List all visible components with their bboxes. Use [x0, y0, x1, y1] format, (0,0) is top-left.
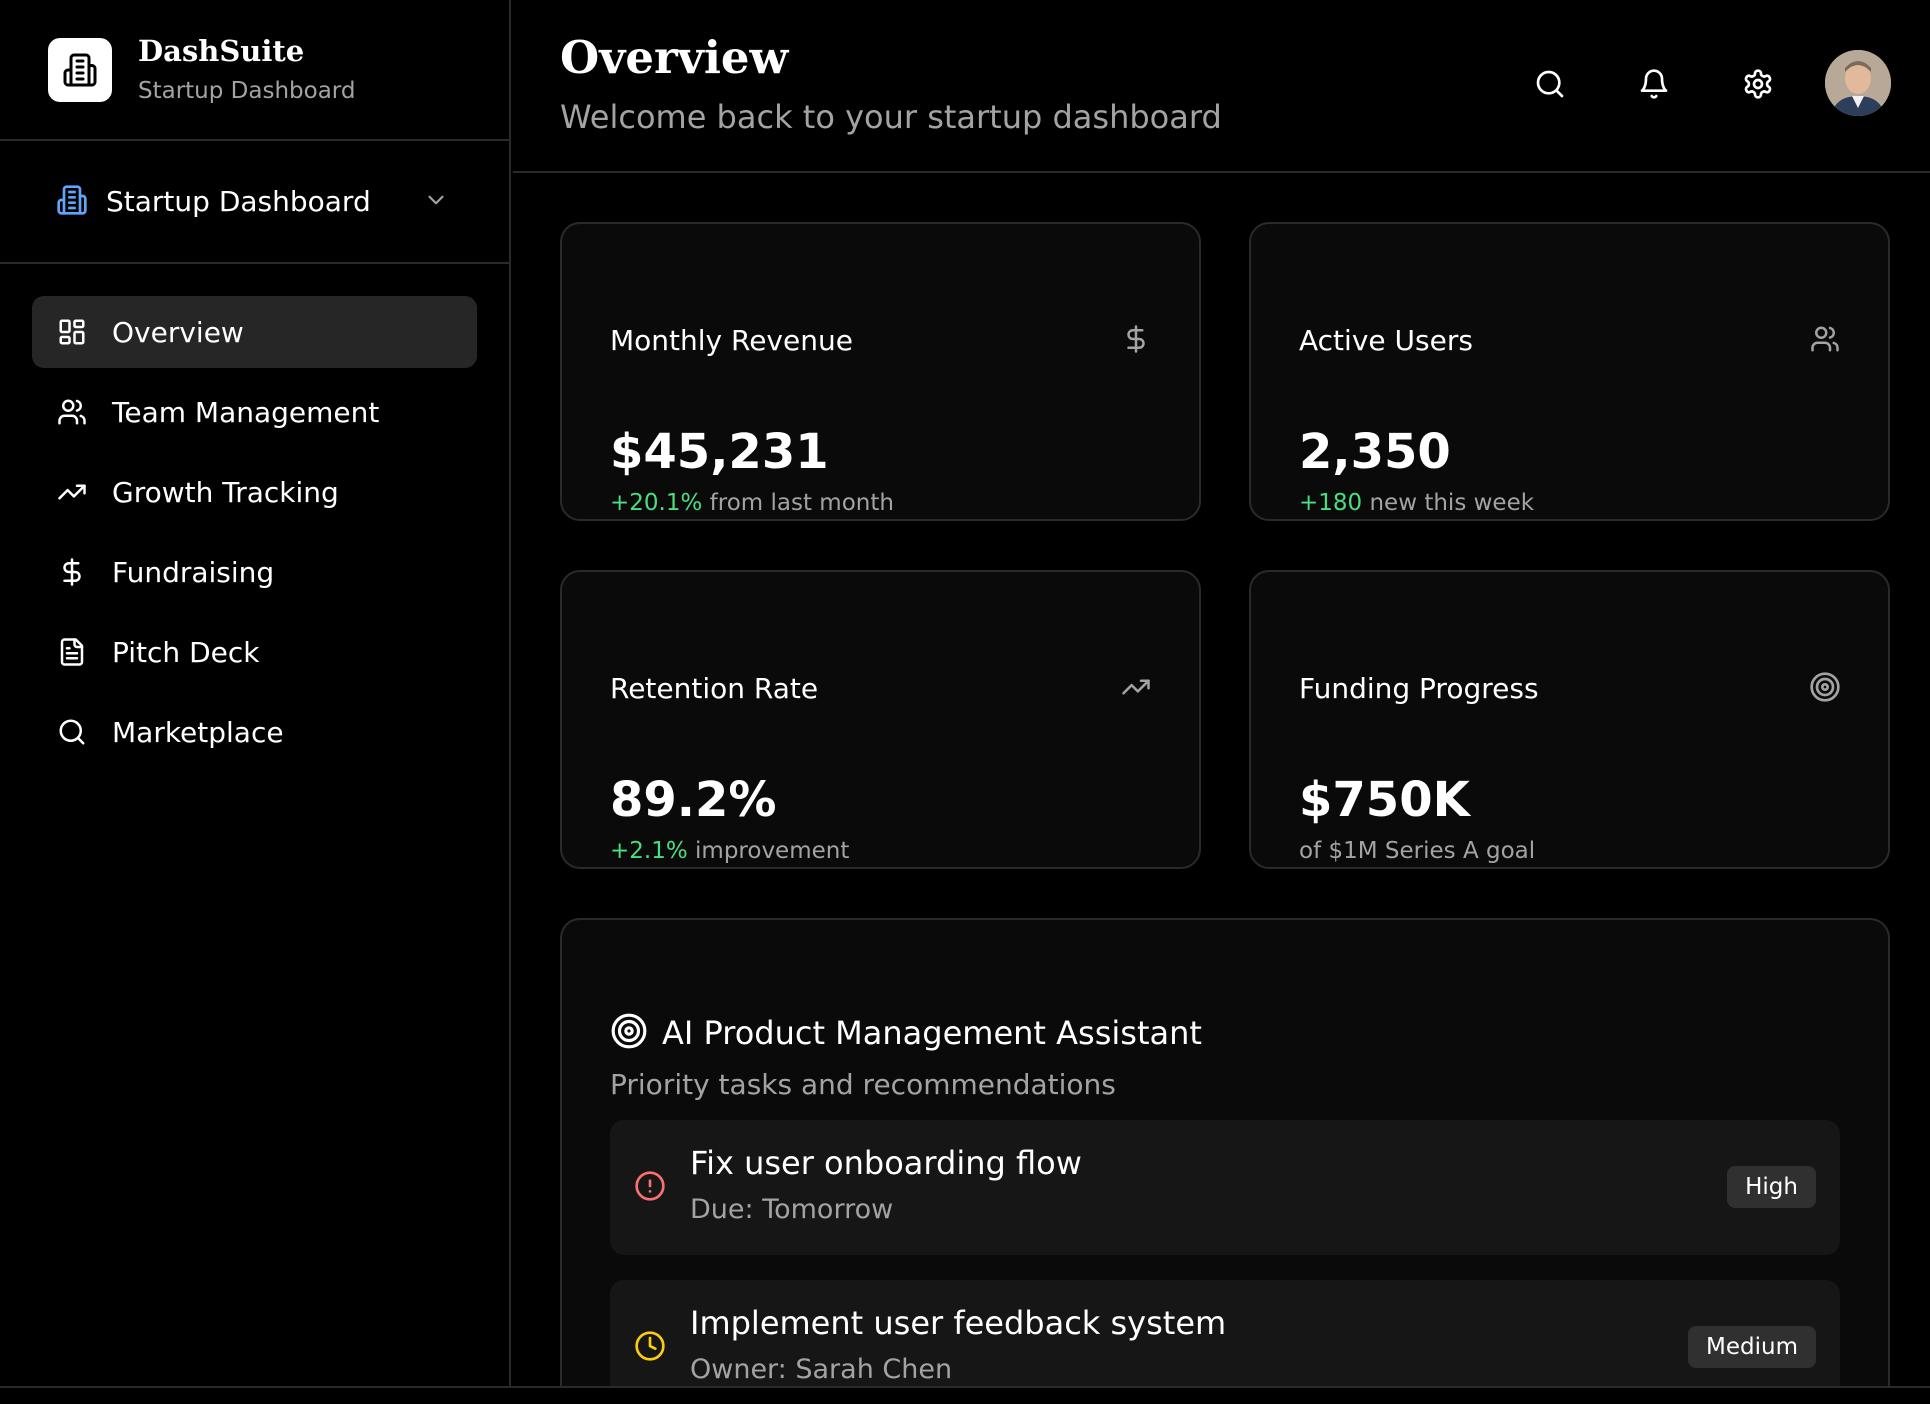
- sidebar-item-label: Overview: [112, 315, 244, 349]
- page-title: Overview: [560, 31, 789, 84]
- priority-badge: High: [1727, 1166, 1816, 1208]
- card-value: 89.2%: [610, 772, 777, 828]
- card-value: $750K: [1299, 772, 1470, 828]
- bell-icon[interactable]: [1632, 62, 1676, 106]
- page-header: Overview Welcome back to your startup da…: [513, 0, 1930, 173]
- card-note: of $1M Series A goal: [1299, 838, 1535, 864]
- trending-up-icon: [1119, 670, 1153, 704]
- card-note: +180 new this week: [1299, 490, 1534, 516]
- card-note-text: improvement: [687, 838, 850, 864]
- card-note-text: from last month: [702, 490, 894, 516]
- card-title: Retention Rate: [610, 672, 819, 705]
- card-note: +2.1% improvement: [610, 838, 849, 864]
- metric-card-active-users: Active Users 2,350 +180 new this week: [1249, 222, 1890, 521]
- card-title: Monthly Revenue: [610, 324, 853, 357]
- search-icon: [56, 716, 88, 748]
- task-title: Fix user onboarding flow: [690, 1144, 1082, 1182]
- task-title: Implement user feedback system: [690, 1304, 1227, 1342]
- sidebar-item-label: Marketplace: [112, 715, 284, 749]
- sidebar-item-label: Pitch Deck: [112, 635, 260, 669]
- metric-card-monthly-revenue: Monthly Revenue $45,231 +20.1% from last…: [560, 222, 1201, 521]
- alert-circle-icon: [632, 1168, 668, 1204]
- ai-assistant-panel: AI Product Management Assistant Priority…: [560, 918, 1890, 1386]
- sidebar-item-growth-tracking[interactable]: Growth Tracking: [32, 456, 477, 528]
- dollar-icon: [1119, 322, 1153, 356]
- file-text-icon: [56, 636, 88, 668]
- sidebar-item-label: Fundraising: [112, 555, 275, 589]
- brand-logo-icon[interactable]: [48, 37, 112, 102]
- page-subtitle: Welcome back to your startup dashboard: [560, 98, 1222, 136]
- task-item[interactable]: Implement user feedback system Owner: Sa…: [610, 1280, 1840, 1386]
- workspace-selector[interactable]: Startup Dashboard: [0, 141, 509, 264]
- users-icon: [1808, 322, 1842, 356]
- brand-subtitle: Startup Dashboard: [138, 77, 356, 104]
- main-content: Monthly Revenue $45,231 +20.1% from last…: [513, 175, 1930, 1386]
- workspace-label: Startup Dashboard: [106, 185, 371, 218]
- assistant-subtitle: Priority tasks and recommendations: [610, 1068, 1116, 1101]
- sidebar-item-overview[interactable]: Overview: [32, 296, 477, 368]
- card-title: Active Users: [1299, 324, 1473, 357]
- brand-name: DashSuite: [138, 33, 305, 68]
- metric-card-retention-rate: Retention Rate 89.2% +2.1% improvement: [560, 570, 1201, 869]
- task-meta: Owner: Sarah Chen: [690, 1354, 953, 1385]
- gear-icon[interactable]: [1736, 62, 1780, 106]
- sidebar-item-label: Team Management: [112, 395, 380, 429]
- target-icon: [1808, 670, 1842, 704]
- card-value: 2,350: [1299, 424, 1451, 480]
- sidebar-item-team-management[interactable]: Team Management: [32, 376, 477, 448]
- card-value: $45,231: [610, 424, 829, 480]
- dollar-icon: [56, 556, 88, 588]
- assistant-header: AI Product Management Assistant: [610, 1012, 1202, 1054]
- card-note-text: new this week: [1362, 490, 1535, 516]
- metric-card-funding-progress: Funding Progress $750K of $1M Series A g…: [1249, 570, 1890, 869]
- trending-up-icon: [56, 476, 88, 508]
- task-item[interactable]: Fix user onboarding flow Due: Tomorrow H…: [610, 1120, 1840, 1255]
- sidebar-item-pitch-deck[interactable]: Pitch Deck: [32, 616, 477, 688]
- grid-icon: [56, 316, 88, 348]
- users-icon: [56, 396, 88, 428]
- sidebar-item-label: Growth Tracking: [112, 475, 339, 509]
- sidebar-item-fundraising[interactable]: Fundraising: [32, 536, 477, 608]
- task-meta: Due: Tomorrow: [690, 1194, 894, 1225]
- chevron-down-icon[interactable]: [423, 187, 449, 217]
- brand: DashSuite Startup Dashboard: [0, 0, 509, 141]
- card-title: Funding Progress: [1299, 672, 1539, 705]
- window-bottom-border: [0, 1386, 1930, 1404]
- building-icon: [56, 184, 88, 220]
- card-delta: +2.1%: [610, 838, 688, 864]
- search-icon[interactable]: [1528, 62, 1572, 106]
- card-delta: +180: [1299, 490, 1363, 516]
- avatar[interactable]: [1825, 50, 1891, 116]
- sidebar-nav: Overview Team Management Growth Tracking…: [0, 264, 509, 768]
- card-delta: +20.1%: [610, 490, 703, 516]
- clock-icon: [632, 1328, 668, 1364]
- priority-badge: Medium: [1688, 1326, 1816, 1368]
- sidebar-item-marketplace[interactable]: Marketplace: [32, 696, 477, 768]
- assistant-title: AI Product Management Assistant: [662, 1014, 1202, 1052]
- target-icon: [610, 1012, 648, 1054]
- card-note: +20.1% from last month: [610, 490, 894, 516]
- sidebar: DashSuite Startup Dashboard Startup Dash…: [0, 0, 511, 1386]
- card-note-text: of $1M Series A goal: [1299, 838, 1536, 864]
